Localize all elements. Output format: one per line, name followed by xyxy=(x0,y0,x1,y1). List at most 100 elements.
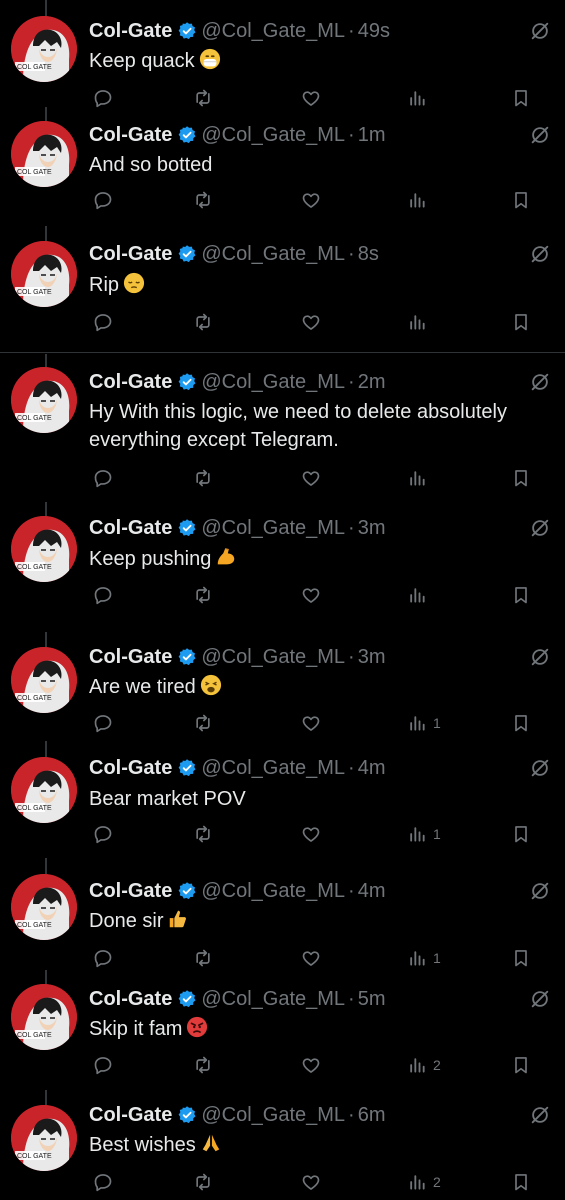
avatar[interactable]: COL GATE xyxy=(11,16,77,82)
author-handle[interactable]: @Col_Gate_ML xyxy=(201,1104,345,1127)
bookmark-button[interactable] xyxy=(511,1170,531,1194)
bookmark-button[interactable] xyxy=(511,946,531,970)
bookmark-button[interactable] xyxy=(511,310,531,334)
tweet-time[interactable]: 4m xyxy=(358,757,386,780)
reply-button[interactable] xyxy=(93,822,113,846)
like-button[interactable] xyxy=(301,946,321,970)
avatar[interactable]: COL GATE xyxy=(11,516,77,582)
tweet-time[interactable]: 2m xyxy=(358,371,386,394)
like-button[interactable] xyxy=(301,188,321,212)
like-button[interactable] xyxy=(301,711,321,735)
avatar[interactable]: COL GATE xyxy=(11,121,77,187)
author-name[interactable]: Col-Gate xyxy=(89,988,172,1011)
bookmark-button[interactable] xyxy=(511,711,531,735)
grok-icon[interactable] xyxy=(529,880,551,902)
views-button[interactable]: 2 xyxy=(407,1170,441,1194)
grok-icon[interactable] xyxy=(529,371,551,393)
retweet-button[interactable] xyxy=(193,946,213,970)
like-button[interactable] xyxy=(301,583,321,607)
author-handle[interactable]: @Col_Gate_ML xyxy=(201,757,345,780)
tweet-time[interactable]: 49s xyxy=(358,20,390,43)
tweet-time[interactable]: 6m xyxy=(358,1104,386,1127)
views-button[interactable]: 1 xyxy=(407,711,441,735)
retweet-button[interactable] xyxy=(193,1170,213,1194)
author-handle[interactable]: @Col_Gate_ML xyxy=(201,988,345,1011)
grok-icon[interactable] xyxy=(529,517,551,539)
avatar[interactable]: COL GATE xyxy=(11,1105,77,1171)
author-name[interactable]: Col-Gate xyxy=(89,757,172,780)
like-button[interactable] xyxy=(301,1053,321,1077)
views-button[interactable] xyxy=(407,466,433,490)
author-handle[interactable]: @Col_Gate_ML xyxy=(201,880,345,903)
reply-button[interactable] xyxy=(93,583,113,607)
retweet-button[interactable] xyxy=(193,188,213,212)
avatar[interactable]: COL GATE xyxy=(11,984,77,1050)
author-handle[interactable]: @Col_Gate_ML xyxy=(201,646,345,669)
bookmark-button[interactable] xyxy=(511,86,531,110)
avatar[interactable]: COL GATE xyxy=(11,757,77,823)
like-button[interactable] xyxy=(301,86,321,110)
reply-button[interactable] xyxy=(93,188,113,212)
tweet-time[interactable]: 3m xyxy=(358,517,386,540)
author-handle[interactable]: @Col_Gate_ML xyxy=(201,243,345,266)
author-handle[interactable]: @Col_Gate_ML xyxy=(201,20,345,43)
reply-button[interactable] xyxy=(93,946,113,970)
tweet-time[interactable]: 8s xyxy=(358,243,379,266)
grok-icon[interactable] xyxy=(529,646,551,668)
reply-button[interactable] xyxy=(93,466,113,490)
grok-icon[interactable] xyxy=(529,124,551,146)
like-button[interactable] xyxy=(301,1170,321,1194)
tweet-time[interactable]: 4m xyxy=(358,880,386,903)
reply-button[interactable] xyxy=(93,86,113,110)
grok-icon[interactable] xyxy=(529,243,551,265)
bookmark-button[interactable] xyxy=(511,822,531,846)
grok-icon[interactable] xyxy=(529,988,551,1010)
avatar[interactable]: COL GATE xyxy=(11,647,77,713)
grok-icon[interactable] xyxy=(529,1104,551,1126)
reply-button[interactable] xyxy=(93,1053,113,1077)
tweet-time[interactable]: 3m xyxy=(358,646,386,669)
reply-button[interactable] xyxy=(93,310,113,334)
retweet-button[interactable] xyxy=(193,310,213,334)
bookmark-button[interactable] xyxy=(511,466,531,490)
views-button[interactable] xyxy=(407,188,433,212)
like-button[interactable] xyxy=(301,822,321,846)
views-button[interactable]: 1 xyxy=(407,946,441,970)
tweet-time[interactable]: 5m xyxy=(358,988,386,1011)
grok-icon[interactable] xyxy=(529,20,551,42)
retweet-button[interactable] xyxy=(193,86,213,110)
retweet-button[interactable] xyxy=(193,711,213,735)
author-name[interactable]: Col-Gate xyxy=(89,1104,172,1127)
retweet-button[interactable] xyxy=(193,822,213,846)
retweet-button[interactable] xyxy=(193,583,213,607)
retweet-button[interactable] xyxy=(193,466,213,490)
author-name[interactable]: Col-Gate xyxy=(89,20,172,43)
views-button[interactable]: 1 xyxy=(407,822,441,846)
like-button[interactable] xyxy=(301,310,321,334)
avatar[interactable]: COL GATE xyxy=(11,367,77,433)
like-button[interactable] xyxy=(301,466,321,490)
author-name[interactable]: Col-Gate xyxy=(89,371,172,394)
views-button[interactable]: 2 xyxy=(407,1053,441,1077)
retweet-button[interactable] xyxy=(193,1053,213,1077)
author-name[interactable]: Col-Gate xyxy=(89,517,172,540)
bookmark-button[interactable] xyxy=(511,583,531,607)
bookmark-button[interactable] xyxy=(511,188,531,212)
reply-button[interactable] xyxy=(93,711,113,735)
avatar[interactable]: COL GATE xyxy=(11,874,77,940)
author-handle[interactable]: @Col_Gate_ML xyxy=(201,371,345,394)
author-name[interactable]: Col-Gate xyxy=(89,646,172,669)
grok-icon[interactable] xyxy=(529,757,551,779)
author-handle[interactable]: @Col_Gate_ML xyxy=(201,124,345,147)
avatar[interactable]: COL GATE xyxy=(11,241,77,307)
reply-button[interactable] xyxy=(93,1170,113,1194)
views-button[interactable] xyxy=(407,310,433,334)
tweet-time[interactable]: 1m xyxy=(358,124,386,147)
author-name[interactable]: Col-Gate xyxy=(89,124,172,147)
views-button[interactable] xyxy=(407,86,433,110)
author-handle[interactable]: @Col_Gate_ML xyxy=(201,517,345,540)
bookmark-button[interactable] xyxy=(511,1053,531,1077)
author-name[interactable]: Col-Gate xyxy=(89,880,172,903)
author-name[interactable]: Col-Gate xyxy=(89,243,172,266)
views-button[interactable] xyxy=(407,583,433,607)
